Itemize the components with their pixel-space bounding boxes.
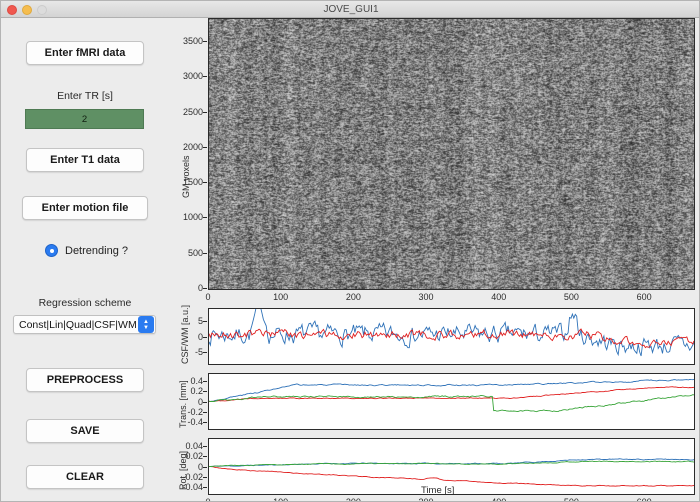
y-tick-label: 1500 xyxy=(183,177,203,187)
y-tick-mark xyxy=(203,467,207,468)
x-tick-label: 100 xyxy=(273,497,288,502)
y-tick-label: 0.04 xyxy=(185,441,203,451)
detrending-label: Detrending ? xyxy=(65,245,128,257)
series-z xyxy=(209,395,694,412)
y-tick-mark xyxy=(203,412,207,413)
window-title: JOVE_GUI1 xyxy=(1,1,700,18)
series-y xyxy=(209,387,694,402)
csf-wm-plot xyxy=(208,308,695,365)
y-tick-label: 3000 xyxy=(183,71,203,81)
carpet-x-tick-labels: 0 100 200 300 400 500 600 xyxy=(208,292,695,304)
jove-gui-window: JOVE_GUI1 Enter fMRI data Enter TR [s] 2… xyxy=(0,0,700,502)
y-tick-label: 500 xyxy=(188,248,203,258)
x-tick-label: 400 xyxy=(491,292,506,302)
csf-wm-plot-svg xyxy=(209,309,694,364)
x-tick-label: 600 xyxy=(637,497,652,502)
y-tick-mark xyxy=(203,337,207,338)
y-tick-label: -0.04 xyxy=(182,482,203,492)
series-WM xyxy=(209,329,694,348)
regression-scheme-select[interactable]: Const|Lin|Quad|CSF|WM ▲▼ xyxy=(13,315,156,334)
x-tick-label: 200 xyxy=(346,292,361,302)
y-tick-mark xyxy=(203,381,207,382)
rotation-y-tick-labels: -0.04-0.0200.020.04 xyxy=(169,438,203,495)
chevron-updown-icon[interactable]: ▲▼ xyxy=(138,316,154,333)
enter-fmri-data-button[interactable]: Enter fMRI data xyxy=(26,41,144,65)
x-tick-label: 500 xyxy=(564,292,579,302)
y-tick-label: 3500 xyxy=(183,36,203,46)
detrending-row[interactable]: Detrending ? xyxy=(45,244,128,257)
series-yaw xyxy=(209,461,694,467)
y-tick-mark xyxy=(203,253,207,254)
y-tick-mark xyxy=(203,76,207,77)
y-tick-label: -0.2 xyxy=(187,407,203,417)
y-tick-label: 2500 xyxy=(183,107,203,117)
enter-motion-file-button[interactable]: Enter motion file xyxy=(22,196,148,220)
x-tick-label: 0 xyxy=(205,497,210,502)
rotation-x-tick-labels: 0 100 200 300 400 500 600 xyxy=(208,497,695,502)
y-tick-mark xyxy=(203,456,207,457)
regression-scheme-label: Regression scheme xyxy=(1,297,169,309)
y-tick-mark xyxy=(203,217,207,218)
x-tick-label: 100 xyxy=(273,292,288,302)
tr-label: Enter TR [s] xyxy=(1,90,169,102)
rotation-x-axis-label: Time [s] xyxy=(421,485,454,496)
y-tick-label: 0.02 xyxy=(185,451,203,461)
y-tick-mark xyxy=(203,147,207,148)
x-tick-label: 200 xyxy=(346,497,361,502)
tr-input[interactable]: 2 xyxy=(25,109,144,129)
x-tick-label: 500 xyxy=(564,497,579,502)
y-tick-mark xyxy=(203,321,207,322)
y-tick-mark xyxy=(203,446,207,447)
translation-plot-svg xyxy=(209,374,694,429)
detrending-radio-icon[interactable] xyxy=(45,244,58,257)
y-tick-mark xyxy=(203,41,207,42)
y-tick-mark xyxy=(203,477,207,478)
y-tick-mark xyxy=(203,112,207,113)
regression-scheme-value: Const|Lin|Quad|CSF|WM xyxy=(14,319,138,331)
control-sidebar: Enter fMRI data Enter TR [s] 2 Enter T1 … xyxy=(1,18,169,502)
x-tick-label: 600 xyxy=(637,292,652,302)
translation-plot xyxy=(208,373,695,430)
carpet-plot-canvas xyxy=(209,19,694,289)
csf-wm-y-tick-labels: -505 xyxy=(169,308,203,365)
y-tick-mark xyxy=(203,487,207,488)
y-tick-mark xyxy=(203,422,207,423)
enter-t1-data-button[interactable]: Enter T1 data xyxy=(26,148,144,172)
y-tick-mark xyxy=(203,288,207,289)
y-tick-mark xyxy=(203,352,207,353)
y-tick-label: -5 xyxy=(195,347,203,357)
series-roll xyxy=(209,467,694,487)
plot-area: GM voxels 0500100015002000250030003500 0… xyxy=(169,18,700,502)
y-tick-label: -0.4 xyxy=(187,417,203,427)
y-tick-mark xyxy=(203,182,207,183)
y-tick-label: 2000 xyxy=(183,142,203,152)
clear-button[interactable]: CLEAR xyxy=(26,465,144,489)
x-tick-label: 400 xyxy=(491,497,506,502)
y-tick-label: 0.4 xyxy=(190,376,203,386)
save-button[interactable]: SAVE xyxy=(26,419,144,443)
x-tick-label: 0 xyxy=(205,292,210,302)
x-tick-label: 300 xyxy=(419,497,434,502)
title-bar: JOVE_GUI1 xyxy=(1,1,700,18)
y-tick-label: 0.2 xyxy=(190,386,203,396)
x-tick-label: 300 xyxy=(419,292,434,302)
y-tick-mark xyxy=(203,402,207,403)
translation-y-tick-labels: -0.4-0.200.20.4 xyxy=(169,373,203,430)
y-tick-mark xyxy=(203,391,207,392)
y-tick-label: -0.02 xyxy=(182,472,203,482)
carpet-plot xyxy=(208,18,695,290)
preprocess-button[interactable]: PREPROCESS xyxy=(26,368,144,392)
carpet-y-tick-labels: 0500100015002000250030003500 xyxy=(169,18,203,290)
y-tick-label: 1000 xyxy=(183,212,203,222)
